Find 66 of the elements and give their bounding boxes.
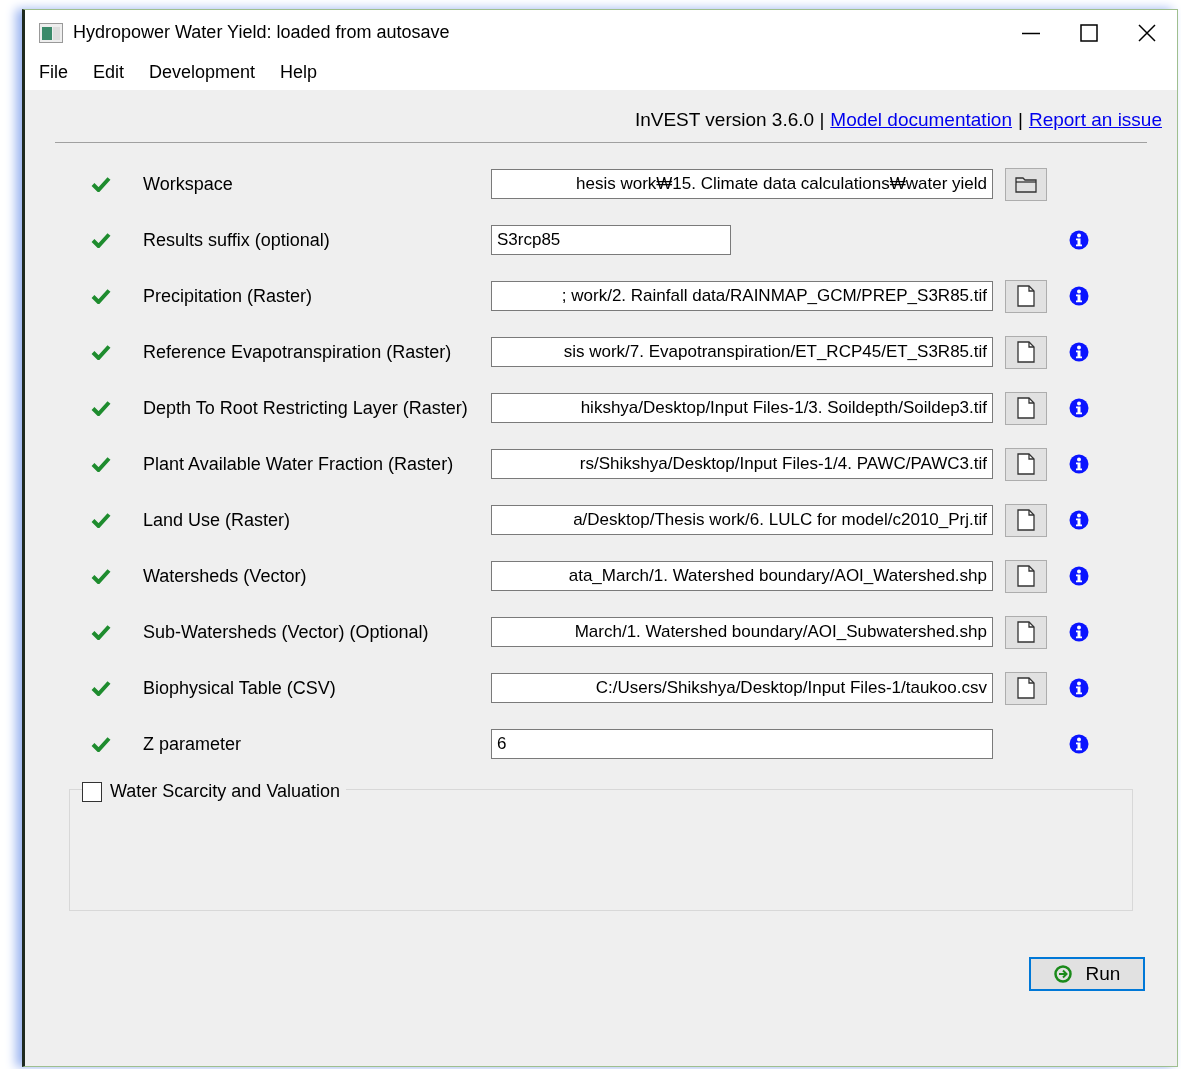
group-label: Water Scarcity and Valuation bbox=[110, 780, 341, 803]
run-button[interactable]: Run bbox=[1029, 957, 1145, 991]
close-icon[interactable] bbox=[1137, 22, 1157, 43]
version-text: InVEST version 3.6.0 | bbox=[634, 107, 825, 132]
field-label: Watersheds (Vector) bbox=[142, 564, 308, 588]
info-icon[interactable] bbox=[1069, 510, 1089, 530]
input-field[interactable]: ata_March/1. Watershed boundary/AOI_Watershed.shp bbox=[491, 561, 993, 591]
browse-file-button[interactable] bbox=[1005, 559, 1047, 593]
file-icon bbox=[1017, 285, 1035, 307]
field-label: Workspace bbox=[142, 172, 234, 196]
menu-item[interactable]: Help bbox=[280, 59, 318, 86]
arrow-circle-icon bbox=[1053, 965, 1072, 983]
input-field[interactable]: a/Desktop/Thesis work/6. LULC for model/c2010_Prj.tif bbox=[491, 505, 993, 535]
info-icon[interactable] bbox=[1069, 622, 1089, 642]
input-field[interactable]: C:/Users/Shikshya/Desktop/Input Files-1/taukoo.csv bbox=[491, 673, 993, 703]
input-field[interactable]: rs/Shikshya/Desktop/Input Files-1/4. PAWC/PAWC3.tif bbox=[491, 449, 993, 479]
info-icon[interactable] bbox=[1069, 734, 1089, 754]
input-field[interactable]: S3rcp85 bbox=[491, 225, 731, 255]
info-icon[interactable] bbox=[1069, 566, 1089, 586]
info-icon[interactable] bbox=[1069, 454, 1089, 474]
maximize-icon[interactable] bbox=[1079, 22, 1099, 43]
input-field[interactable]: hikshya/Desktop/Input Files-1/3. Soildepth/Soildep3.tif bbox=[491, 393, 993, 423]
input-field[interactable]: 6 bbox=[491, 729, 993, 759]
browse-folder-button[interactable] bbox=[1005, 167, 1047, 201]
separator-text: | bbox=[1018, 107, 1023, 132]
window-title: Hydropower Water Yield: loaded from autosave bbox=[73, 21, 450, 44]
info-icon[interactable] bbox=[1069, 678, 1089, 698]
info-icon[interactable] bbox=[1069, 230, 1089, 250]
field-label: Depth To Root Restricting Layer (Raster) bbox=[142, 396, 469, 420]
menu-item[interactable]: File bbox=[39, 59, 68, 86]
field-label: Z parameter bbox=[142, 732, 243, 756]
documentation-link[interactable]: Model documentation bbox=[830, 105, 1012, 135]
browse-file-button[interactable] bbox=[1005, 671, 1047, 705]
browse-file-button[interactable] bbox=[1005, 391, 1047, 425]
browse-file-button[interactable] bbox=[1005, 335, 1047, 369]
report-issue-link[interactable]: Report an issue bbox=[1028, 105, 1162, 135]
input-field[interactable]: March/1. Watershed boundary/AOI_Subwatershed.shp bbox=[491, 617, 993, 647]
info-icon[interactable] bbox=[1069, 342, 1089, 362]
field-label: Results suffix (optional) bbox=[142, 228, 331, 252]
info-icon[interactable] bbox=[1069, 398, 1089, 418]
app-icon bbox=[39, 22, 63, 43]
field-label: Biophysical Table (CSV) bbox=[142, 676, 337, 700]
file-icon bbox=[1017, 509, 1035, 531]
input-field[interactable]: sis work/7. Evapotranspiration/ET_RCP45/ET_S3R85.tif bbox=[491, 337, 993, 367]
field-label: Reference Evapotranspiration (Raster) bbox=[142, 340, 453, 364]
input-field[interactable]: ; work/2. Rainfall data/RAINMAP_GCM/PREP_S3R85.tif bbox=[491, 281, 993, 311]
file-icon bbox=[1017, 677, 1035, 699]
field-label: Plant Available Water Fraction (Raster) bbox=[142, 452, 455, 476]
file-icon bbox=[1017, 453, 1035, 475]
browse-file-button[interactable] bbox=[1005, 447, 1047, 481]
browse-file-button[interactable] bbox=[1005, 615, 1047, 649]
browse-file-button[interactable] bbox=[1005, 503, 1047, 537]
file-icon bbox=[1017, 565, 1035, 587]
field-label: Precipitation (Raster) bbox=[142, 284, 314, 308]
file-icon bbox=[1017, 621, 1035, 643]
browse-file-button[interactable] bbox=[1005, 279, 1047, 313]
menu-item[interactable]: Development bbox=[149, 59, 256, 86]
menu-item[interactable]: Edit bbox=[93, 59, 125, 86]
file-icon bbox=[1017, 397, 1035, 419]
file-icon bbox=[1017, 341, 1035, 363]
info-icon[interactable] bbox=[1069, 286, 1089, 306]
input-field[interactable]: hesis work₩15. Climate data calculations₩water yield bbox=[491, 169, 993, 199]
field-label: Land Use (Raster) bbox=[142, 508, 292, 532]
checkbox[interactable] bbox=[82, 781, 102, 802]
field-label: Sub-Watersheds (Vector) (Optional) bbox=[142, 620, 430, 644]
folder-icon bbox=[1015, 175, 1037, 193]
